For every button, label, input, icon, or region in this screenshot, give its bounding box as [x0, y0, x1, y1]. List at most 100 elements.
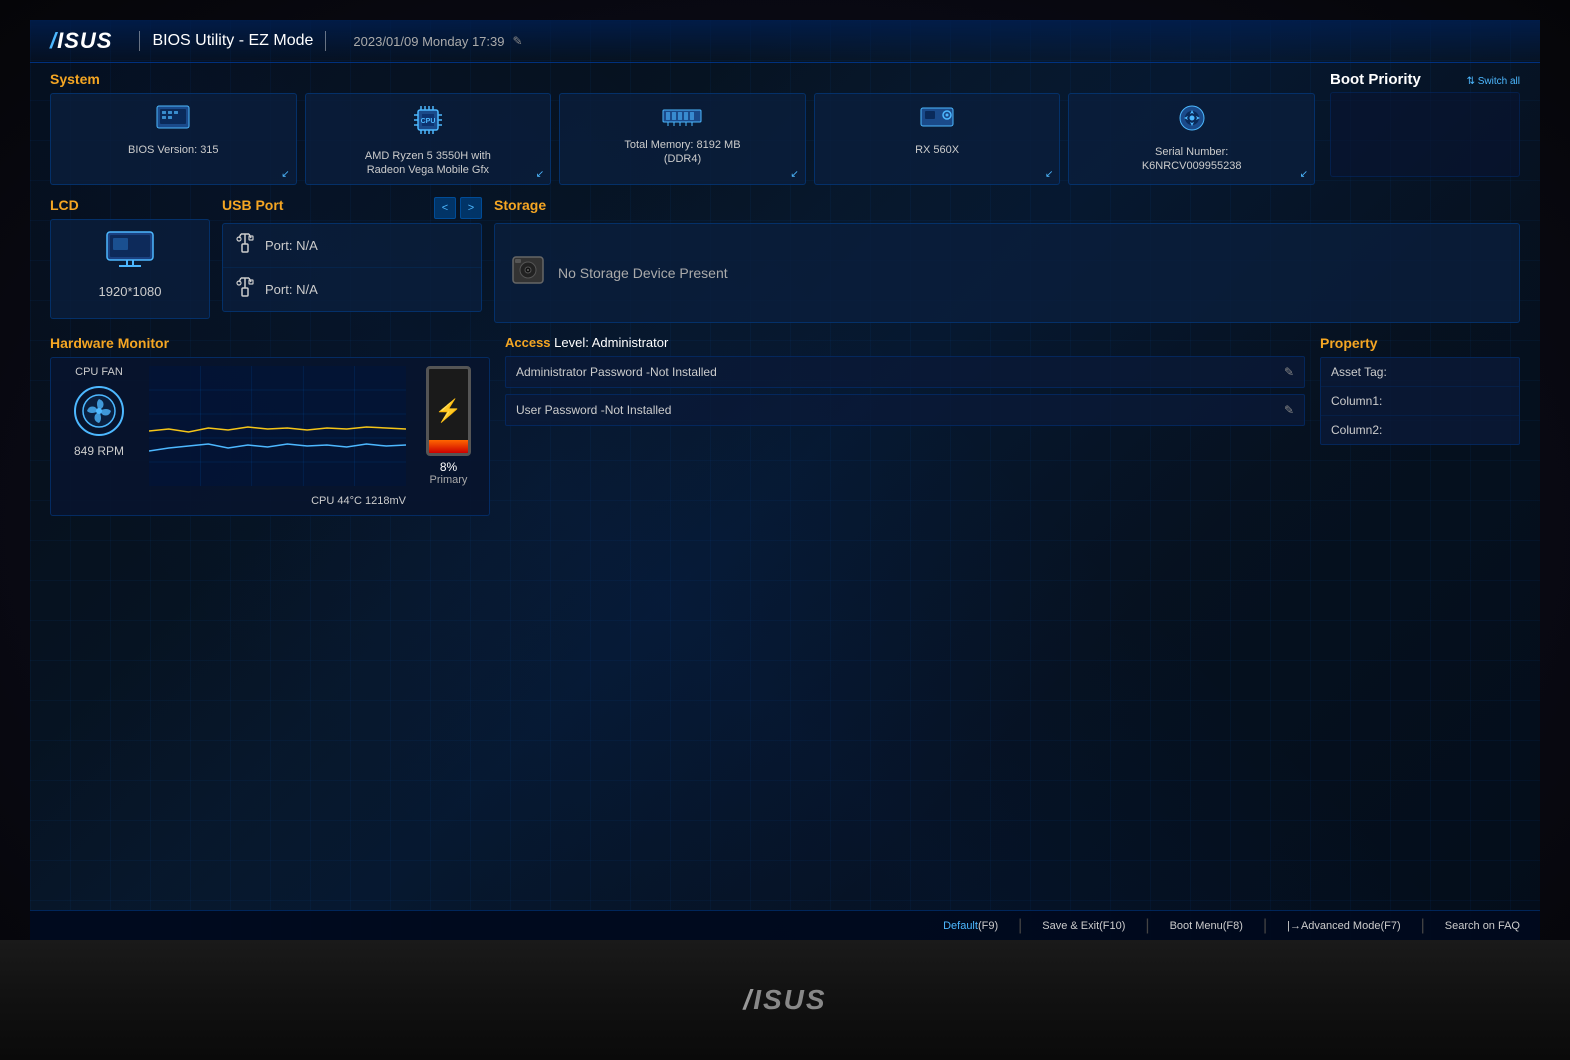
middle-row: LCD 1920*1080: [50, 197, 1520, 323]
usb-header-row: USB Port < >: [222, 197, 482, 219]
usb-section: USB Port < >: [222, 197, 482, 323]
system-label: System: [50, 71, 1315, 87]
bios-icon: [155, 102, 191, 139]
svg-text:CPU: CPU: [421, 118, 436, 125]
footer-default[interactable]: Default(F9): [943, 920, 998, 932]
usb-nav-next[interactable]: >: [460, 197, 482, 219]
footer-div-1: |: [1018, 917, 1022, 935]
usb-icon-1: [235, 276, 255, 303]
footer-div-2: |: [1145, 917, 1149, 935]
system-cards: BIOS Version: 315 ↙ CPU: [50, 93, 1315, 185]
asus-logo: /ISUS: [50, 28, 112, 54]
property-label: Property: [1320, 335, 1520, 351]
cpu-card[interactable]: CPU: [305, 93, 552, 185]
usb-label: USB Port: [222, 197, 283, 213]
storage-header-row: Storage: [494, 197, 1520, 219]
usb-port-text-0: Port: N/A: [265, 238, 318, 253]
user-password-text: User Password -Not Installed: [516, 403, 671, 417]
card-arrow-2: ↙: [790, 169, 798, 180]
storage-label: Storage: [494, 197, 546, 213]
boot-priority-section: Boot Priority ⇅ Switch all: [1330, 71, 1520, 185]
header-divider-2: [325, 31, 326, 51]
bios-mode-title: BIOS Utility - EZ Mode: [152, 32, 313, 50]
footer-boot-menu[interactable]: Boot Menu(F8): [1170, 920, 1243, 932]
user-password-row[interactable]: User Password -Not Installed ✎: [505, 394, 1305, 426]
battery-bolt-icon: ⚡: [435, 398, 462, 424]
usb-port-row-0: Port: N/A: [223, 224, 481, 268]
cpu-fan-column: CPU FAN: [59, 366, 139, 458]
property-card: Asset Tag: Column1: Column2:: [1320, 357, 1520, 445]
user-edit-icon[interactable]: ✎: [1284, 403, 1294, 417]
monitor-frame: /ISUS BIOS Utility - EZ Mode 2023/01/09 …: [0, 0, 1570, 1060]
admin-password-row[interactable]: Administrator Password -Not Installed ✎: [505, 356, 1305, 388]
battery-icon: ⚡: [426, 366, 471, 456]
hw-graph: [149, 366, 406, 486]
storage-card: No Storage Device Present: [494, 223, 1520, 323]
bios-version-card[interactable]: BIOS Version: 315 ↙: [50, 93, 297, 185]
usb-icon-0: [235, 232, 255, 259]
property-section: Property Asset Tag: Column1: Column2:: [1320, 335, 1520, 516]
property-row-2: Column2:: [1321, 416, 1519, 444]
hw-monitor-card: CPU FAN: [50, 357, 490, 516]
gpu-card[interactable]: RX 560X ↙: [814, 93, 1061, 185]
memory-text: Total Memory: 8192 MB(DDR4): [624, 138, 740, 167]
bios-content: /ISUS BIOS Utility - EZ Mode 2023/01/09 …: [30, 20, 1540, 940]
footer-search-faq[interactable]: Search on FAQ: [1445, 920, 1520, 932]
cpu-fan-label: CPU FAN: [75, 366, 123, 378]
card-arrow-3: ↙: [1045, 169, 1053, 180]
no-storage-text: No Storage Device Present: [558, 265, 728, 281]
lcd-resolution: 1920*1080: [99, 284, 162, 299]
date-edit-icon[interactable]: ✎: [512, 34, 522, 48]
cpu-text: AMD Ryzen 5 3550H withRadeon Vega Mobile…: [365, 149, 491, 178]
bezel-asus-logo: /ISUS: [743, 984, 826, 1016]
bios-version-text: BIOS Version: 315: [128, 143, 219, 157]
serial-icon: [1176, 102, 1208, 141]
lcd-label: LCD: [50, 197, 210, 213]
switch-all[interactable]: ⇅ Switch all: [1467, 76, 1520, 87]
property-row-1: Column1:: [1321, 387, 1519, 416]
usb-nav-prev[interactable]: <: [434, 197, 456, 219]
hw-monitor-label: Hardware Monitor: [50, 335, 490, 351]
header-divider: [139, 31, 140, 51]
serial-card[interactable]: Serial Number:K6NRCV009955238 ↙: [1068, 93, 1315, 185]
footer-div-4: |: [1421, 917, 1425, 935]
serial-text: Serial Number:K6NRCV009955238: [1142, 145, 1242, 174]
card-arrow-4: ↙: [1300, 169, 1308, 180]
access-section: Access Level: Administrator Administrato…: [505, 335, 1305, 516]
bottom-row: Hardware Monitor CPU FAN: [50, 335, 1520, 516]
bios-header: /ISUS BIOS Utility - EZ Mode 2023/01/09 …: [30, 20, 1540, 63]
footer-bar: Default(F9) | Save & Exit(F10) | Boot Me…: [30, 910, 1540, 940]
screen: /ISUS BIOS Utility - EZ Mode 2023/01/09 …: [30, 20, 1540, 940]
storage-section: Storage No Storage Device: [494, 197, 1520, 323]
footer-default-key: Default: [943, 920, 978, 932]
battery-label: Primary: [430, 474, 468, 486]
card-arrow-1: ↙: [536, 169, 544, 180]
battery-fill: [429, 440, 468, 453]
access-label: Access Level: Administrator: [505, 335, 1305, 350]
graph-labels: CPU 44°C 1218mV: [149, 495, 406, 507]
property-row-0: Asset Tag:: [1321, 358, 1519, 387]
battery-column: ⚡ 8% Primary: [416, 366, 481, 486]
footer-save-exit[interactable]: Save & Exit(F10): [1042, 920, 1125, 932]
gpu-text: RX 560X: [915, 143, 959, 157]
footer-advanced-mode[interactable]: |→Advanced Mode(F7): [1287, 920, 1401, 932]
footer-div-3: |: [1263, 917, 1267, 935]
graph-area: CPU 44°C 1218mV: [149, 366, 406, 507]
boot-priority-list: [1330, 92, 1520, 177]
monitor-bezel: /ISUS: [0, 940, 1570, 1060]
memory-icon: [662, 102, 702, 134]
cpu-icon: CPU: [410, 102, 446, 145]
fan-rpm: 849 RPM: [74, 444, 124, 458]
gpu-icon: [919, 102, 955, 139]
storage-disk-icon: [510, 252, 546, 293]
card-arrow-0: ↙: [281, 169, 289, 180]
header-date: 2023/01/09 Monday 17:39: [353, 34, 504, 49]
usb-card: Port: N/A: [222, 223, 482, 312]
lcd-card: 1920*1080: [50, 219, 210, 319]
admin-password-text: Administrator Password -Not Installed: [516, 365, 717, 379]
usb-port-row-1: Port: N/A: [223, 268, 481, 311]
memory-card[interactable]: Total Memory: 8192 MB(DDR4) ↙: [559, 93, 806, 185]
usb-port-text-1: Port: N/A: [265, 282, 318, 297]
boot-priority-title: Boot Priority: [1330, 71, 1421, 88]
admin-edit-icon[interactable]: ✎: [1284, 365, 1294, 379]
